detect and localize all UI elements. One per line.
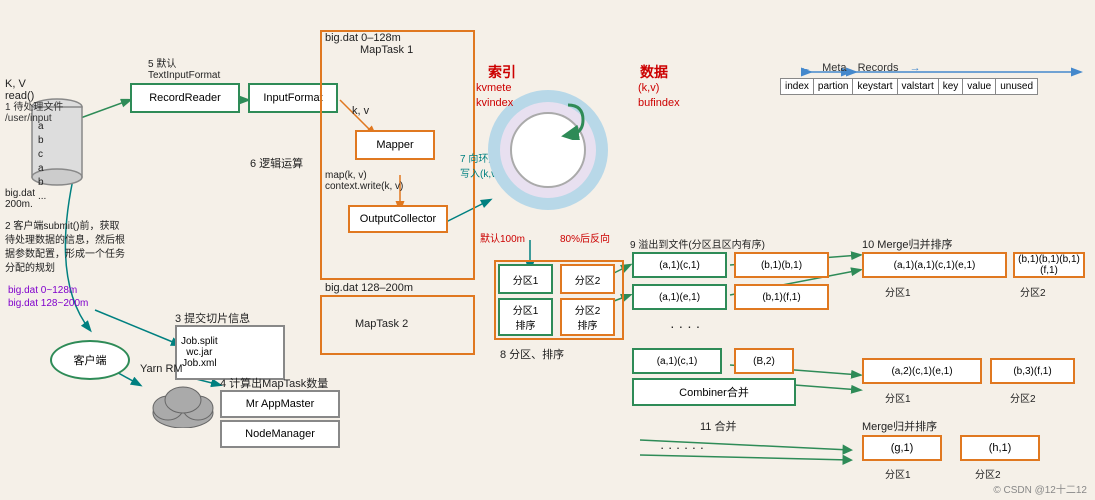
col-keystart: keystart [853,79,897,95]
g1-box: (g,1) [862,435,942,461]
maptask1-title: MapTask 1 [360,44,413,56]
merge-result1-box: (a,1)(a,1)(c,1)(e,1) [862,252,1007,278]
zone1c-label: 分区1 [885,466,911,481]
spill-box-b1b1: (b,1)(b,1) [734,252,829,278]
nodemanager-box: NodeManager [220,420,340,448]
bigdat-split1: big.dat 0~128m [8,285,77,296]
merge-final-label: 11 合并 [700,418,736,434]
bigdat-split2: big.dat 128~200m [8,298,88,309]
default-100m-label: 默认100m [480,230,525,245]
merge-sort2-label: Merge归并排序 [862,418,937,434]
maptask2-title: MapTask 2 [355,318,408,330]
appmaster-box: Mr AppMaster [220,390,340,418]
dots1-label: · · · · [670,318,700,334]
zone1-label: 分区1 [885,284,911,299]
logic-op-label: 6 逻辑运算 [250,155,303,171]
yarn-rm-label: Yarn RM [140,363,183,375]
partition1-sort-box: 分区1 排序 [498,298,553,336]
spill-box-a1c1: (a,1)(c,1) [632,252,727,278]
spill-label: 9 溢出到文件(分区且区内有序) [630,236,765,251]
combiner-result2-box: (b,3)(f,1) [990,358,1075,384]
meta-records-label: ← Meta Records → [800,62,921,74]
merge-label: 10 Merge归并排序 [862,236,952,252]
col-partion: partion [813,79,853,95]
map-context-label: map(k, v)context.write(k, v) [325,170,403,192]
a1c1-2-box: (a,1)(c,1) [632,348,722,374]
yarn-cloud [148,378,218,431]
spill-box-b1f1: (b,1)(f,1) [734,284,829,310]
index-table: index partion keystart valstart key valu… [780,78,1038,95]
mapper-box: Mapper [355,130,435,160]
split-files-box: Job.split wc.jar Job.xml [175,325,285,380]
zone2c-label: 分区2 [975,466,1001,481]
col-value: value [963,79,996,95]
job-split: Job.split wc.jar Job.xml [181,336,218,369]
col-key: key [938,79,963,95]
partition2-sort-box: 分区2 排序 [560,298,615,336]
zone2-label: 分区2 [1020,284,1046,299]
ring-arrow [548,100,588,143]
kv-read-label: K, Vread() [5,78,34,102]
partition1-box: 分区1 [498,264,553,294]
merge-result2-box: (b,1)(b,1)(b,1)(f,1) [1013,252,1085,278]
spill-box-a1e1: (a,1)(e,1) [632,284,727,310]
submit-info-label: 2 客户端submit()前，获取待处理数据的信息，然后根据参数配置，形成一个任… [5,220,165,276]
dots2-label: · · · · · · [660,440,704,455]
default-format-label: 5 默认TextInputFormat [148,55,220,81]
bigdat-size: big.dat200m. [5,188,35,210]
zone2b-label: 分区2 [1010,390,1036,405]
kvindex-label: kvindex [476,97,513,109]
maptask-count-label: 4 计算出MapTask数量 [220,375,328,391]
zone1b-label: 分区1 [885,390,911,405]
maptask1-label: big.dat 0–128m [325,32,401,44]
recordreader-box: RecordReader [130,83,240,113]
col-unused: unused [996,79,1038,95]
file-content: abcab... [38,120,46,204]
sort-label: 8 分区、排序 [500,346,564,362]
diagram: abcab... 1 待处理文件/user/input big.dat200m.… [0,0,1095,500]
partition2-box: 分区2 [560,264,615,294]
h1-box: (h,1) [960,435,1040,461]
bufindex-label: bufindex [638,97,680,109]
data-title: 数据 [640,62,668,82]
col-index: index [781,79,814,95]
combiner-result1-box: (a,2)(c,1)(e,1) [862,358,982,384]
maptask2-label: big.dat 128–200m [325,282,413,294]
combiner-box: Combiner合并 [632,378,796,406]
footer: © CSDN @12十二12 [993,481,1087,496]
client-ellipse: Yarn RM客户端 [50,340,130,380]
kv-data-label: (k,v) [638,82,659,94]
percent-80-label: 80%后反向 [560,230,610,245]
index-title: 索引 [488,62,516,82]
col-valstart: valstart [897,79,938,95]
B2-box: (B,2) [734,348,794,374]
outputcollector-box: OutputCollector [348,205,448,233]
split-info-label: 3 提交切片信息 [175,310,250,326]
kvmete-label: kvmete [476,82,511,94]
